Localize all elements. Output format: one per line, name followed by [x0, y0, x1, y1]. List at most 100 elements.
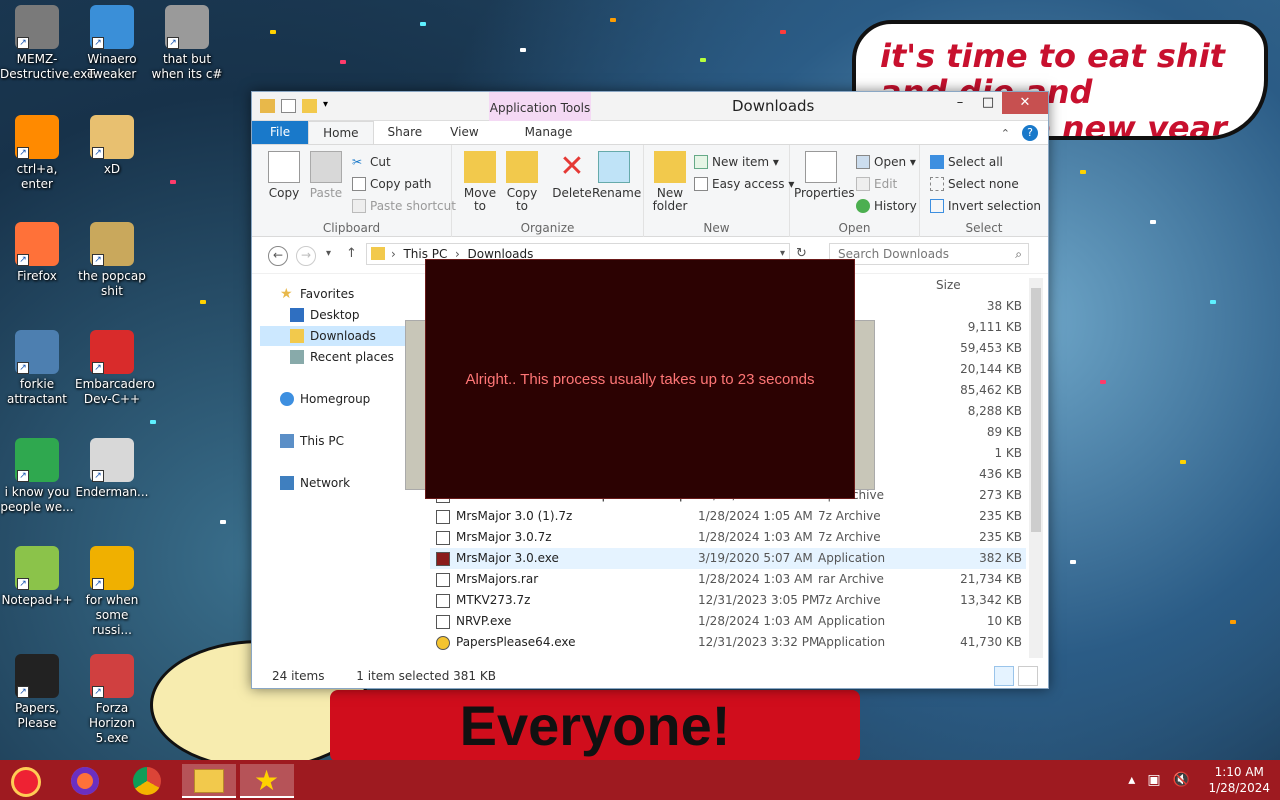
nav-desktop[interactable]: Desktop [290, 305, 412, 325]
select-none-button[interactable]: Select none [930, 175, 1019, 193]
delete-button[interactable]: ✕ Delete [550, 151, 594, 200]
copy-to-icon [506, 151, 538, 183]
desktop-icon-label: Enderman... [75, 485, 149, 499]
maximize-button[interactable]: □ [974, 92, 1002, 114]
desktop-icon[interactable]: ↗ ctrl+a, enter [0, 115, 74, 192]
folder-icon[interactable] [260, 99, 275, 113]
open-button[interactable]: Open ▾ [856, 153, 916, 171]
desktop-icon-label: Papers, Please [14, 701, 60, 730]
file-icon [436, 573, 450, 587]
paste-shortcut-button[interactable]: Paste shortcut [352, 197, 456, 215]
desktop-icon[interactable]: ↗ Notepad++ [0, 546, 74, 608]
forward-button[interactable]: → [296, 246, 316, 266]
easy-access-button[interactable]: Easy access ▾ [694, 175, 794, 193]
chevron-up-icon[interactable]: ▴ [1128, 772, 1135, 788]
nav-favorites[interactable]: ★ Favorites [280, 284, 354, 304]
item-count: 24 items [272, 669, 325, 683]
copy-button[interactable]: Copy [262, 151, 306, 200]
chevron-up-icon[interactable]: ⌃ [1001, 127, 1010, 140]
table-row[interactable]: MrsMajor 3.0.exe 3/19/2020 5:07 AM Applica… [430, 548, 1026, 569]
select-all-button[interactable]: Select all [930, 153, 1003, 171]
table-row[interactable]: MrsMajor 3.0 (1).7z 1/28/2024 1:05 AM 7z A… [430, 506, 1026, 527]
move-to-button[interactable]: Move to [458, 151, 502, 213]
tab-share[interactable]: Share [374, 121, 437, 144]
chevron-down-icon[interactable]: ▾ [323, 99, 333, 113]
back-button[interactable]: ← [268, 246, 288, 266]
shortcut-arrow-icon: ↗ [17, 147, 29, 159]
desktop-icon[interactable]: ↗ xD [75, 115, 149, 177]
file-size: 436 KB [979, 467, 1022, 481]
properties-icon[interactable] [281, 99, 296, 113]
desktop-icon[interactable]: ↗ Enderman... [75, 438, 149, 500]
speaker-muted-icon[interactable]: 🔇 [1173, 772, 1190, 788]
desktop-icon[interactable]: ↗ the popcap shit [75, 222, 149, 299]
table-row[interactable]: MrsMajor 3.0.7z 1/28/2024 1:03 AM 7z Archi… [430, 527, 1026, 548]
title-bar[interactable]: ▾ Application Tools Downloads – □ ✕ [252, 92, 1048, 121]
start-button[interactable] [0, 764, 52, 798]
vertical-scrollbar[interactable] [1029, 278, 1043, 658]
new-group: New folder New item ▾ Easy access ▾ New [644, 145, 794, 237]
recent-locations-icon[interactable]: ▾ [326, 248, 331, 259]
rename-button[interactable]: Rename [592, 151, 641, 200]
network-tray-icon[interactable]: ▣ [1147, 772, 1160, 788]
desktop-icon[interactable]: ↗ Embarcadero Dev-C++ [75, 330, 155, 407]
taskbar-star-app[interactable]: ★ [240, 764, 294, 798]
column-header-size[interactable]: Size [936, 278, 961, 292]
desktop-icon[interactable]: ↗ for when some russi... [75, 546, 149, 638]
search-icon[interactable]: ⌕ [1015, 244, 1022, 264]
help-icon[interactable]: ? [1022, 125, 1038, 141]
desktop-icon[interactable]: ↗ Firefox [0, 222, 74, 284]
desktop-icon[interactable]: ↗ i know you people we... [0, 438, 74, 515]
new-item-button[interactable]: New item ▾ [694, 153, 779, 171]
desktop-icon-label: for when some russi... [85, 593, 139, 637]
copy-to-button[interactable]: Copy to [500, 151, 544, 213]
new-folder-icon[interactable] [302, 99, 317, 113]
taskbar-file-explorer[interactable] [182, 764, 236, 798]
nav-homegroup[interactable]: Homegroup [280, 389, 370, 409]
nav-network[interactable]: Network [280, 473, 350, 493]
nav-this-pc[interactable]: This PC [280, 431, 344, 451]
clock[interactable]: 1:10 AM 1/28/2024 [1208, 764, 1270, 796]
desktop-icon[interactable]: ↗ Forza Horizon 5.exe [75, 654, 149, 746]
nav-downloads[interactable]: Downloads [260, 326, 412, 346]
desktop-icon[interactable]: ↗ forkie attractant [0, 330, 74, 407]
file-type: 7z Archive [818, 593, 881, 607]
scrollbar-thumb[interactable] [1031, 288, 1041, 532]
search-input[interactable]: Search Downloads ⌕ [829, 243, 1029, 265]
tab-view[interactable]: View [436, 121, 492, 144]
shortcut-arrow-icon: ↗ [92, 578, 104, 590]
table-row[interactable]: MTKV273.7z 12/31/2023 3:05 PM 7z Archive 13… [430, 590, 1026, 611]
select-label: Select [965, 221, 1003, 235]
cut-button[interactable]: ✂ Cut [352, 153, 391, 171]
up-arrow-icon[interactable]: ↑ [346, 246, 357, 261]
desktop-icon[interactable]: ↗ Winaero Tweaker [75, 5, 149, 82]
tab-manage[interactable]: Manage [511, 121, 587, 144]
new-label: New [703, 221, 730, 235]
table-row[interactable]: NRVP.exe 1/28/2024 1:03 AM Application 10 K… [430, 611, 1026, 632]
desktop-icon[interactable]: ↗ that but when its c# [150, 5, 224, 82]
downloads-icon [290, 329, 304, 343]
table-row[interactable]: PapersPlease64.exe 12/31/2023 3:32 PM Appl… [430, 632, 1026, 653]
tab-file[interactable]: File [252, 121, 309, 144]
app-icon: ↗ [90, 115, 134, 159]
process-popup[interactable]: Alright.. This process usually takes up … [425, 259, 855, 499]
history-button[interactable]: History [856, 197, 917, 215]
desktop-icon[interactable]: ↗ Papers, Please [0, 654, 74, 731]
taskbar-chrome[interactable] [120, 764, 174, 798]
paste-button[interactable]: Paste [304, 151, 348, 200]
large-icons-view-icon[interactable] [1018, 666, 1038, 686]
close-button[interactable]: ✕ [1002, 92, 1048, 114]
taskbar-firefox[interactable] [58, 764, 112, 798]
details-view-icon[interactable] [994, 666, 1014, 686]
nav-recent-places[interactable]: Recent places [290, 347, 394, 367]
invert-selection-button[interactable]: Invert selection [930, 197, 1041, 215]
properties-button[interactable]: Properties [794, 151, 855, 200]
table-row[interactable]: MrsMajors.rar 1/28/2024 1:03 AM rar Archiv… [430, 569, 1026, 590]
edit-button[interactable]: Edit [856, 175, 897, 193]
minimize-button[interactable]: – [946, 92, 974, 114]
start-icon [14, 770, 38, 794]
copy-path-button[interactable]: Copy path [352, 175, 432, 193]
tab-home[interactable]: Home [308, 121, 374, 144]
desktop-icon[interactable]: ↗ MEMZ-Destructive.exe [0, 5, 94, 82]
new-folder-button[interactable]: New folder [648, 151, 692, 213]
